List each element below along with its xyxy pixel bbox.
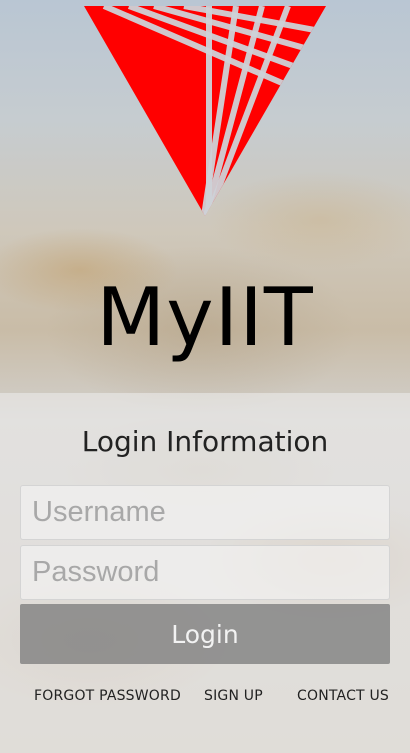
app-title: MyIIT — [96, 271, 314, 364]
sign-up-link[interactable]: SIGN UP — [204, 684, 263, 708]
logo-icon — [84, 6, 326, 216]
contact-us-link[interactable]: CONTACT US — [297, 684, 389, 708]
login-button[interactable]: Login — [20, 604, 390, 664]
password-input[interactable] — [20, 545, 390, 600]
forgot-password-link[interactable]: FORGOT PASSWORD — [34, 684, 181, 708]
login-information-heading: Login Information — [81, 425, 329, 458]
footer-links: FORGOT PASSWORD SIGN UP CONTACT US — [0, 684, 410, 708]
username-input[interactable] — [20, 485, 390, 540]
